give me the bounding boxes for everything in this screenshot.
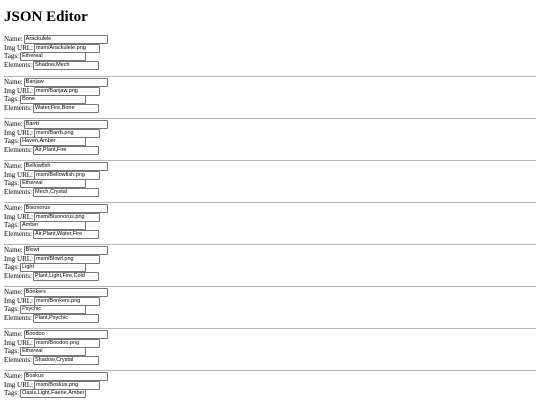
elem-row: Elements: Air,Plant,Fire xyxy=(4,145,536,155)
tags-row: Tags: Haven,Amber xyxy=(4,137,536,146)
img-label: Img URL: xyxy=(4,380,33,389)
elem-row: Elements: Shadow,Crystal xyxy=(4,355,536,365)
tags-row: Tags: Oasis,Light,Faerie,Amber xyxy=(4,389,536,398)
name-label: Name: xyxy=(4,162,23,170)
entry-item: Name: Bellowfish Img URL: msm/Bellowfish.pn… xyxy=(4,160,536,202)
elem-row: Elements: Plant,Psychic xyxy=(4,313,536,323)
tags-label: Tags: xyxy=(4,52,20,60)
elem-label: Elements: xyxy=(4,60,32,69)
elements-input[interactable]: Water,Fire,Bone xyxy=(33,103,99,113)
elem-row: Elements: Air,Plant,Water,Fire xyxy=(4,229,536,239)
entry-item: Name: Boodoo Img URL: msm/Boodoo.png Tags: Et… xyxy=(4,328,536,370)
name-label: Name: xyxy=(4,330,23,338)
name-row: Name: Banjaw xyxy=(4,78,536,87)
tags-label: Tags: xyxy=(4,347,20,355)
tags-label: Tags: xyxy=(4,305,20,313)
name-label: Name: xyxy=(4,372,23,380)
entry-item: Name: Barrb Img URL: msm/Barrb.png Tags: Have… xyxy=(4,118,536,160)
tags-row: Tags: Amber xyxy=(4,221,536,230)
img-row: Img URL: msm/Bellowfish.png xyxy=(4,170,536,180)
elements-input[interactable]: Air,Plant,Fire xyxy=(33,145,99,155)
tags-row: Tags: Light xyxy=(4,263,536,272)
name-label: Name: xyxy=(4,78,23,86)
entry-item: Name: Boskus Img URL: msm/Boskus.png Tags: Oa… xyxy=(4,370,536,412)
tags-row: Tags: Psychic xyxy=(4,305,536,314)
name-row: Name: Barrb xyxy=(4,120,536,129)
img-row: Img URL: msm/Boskus.png xyxy=(4,380,536,390)
img-label: Img URL: xyxy=(4,212,33,221)
img-label: Img URL: xyxy=(4,170,33,179)
name-label: Name: xyxy=(4,35,23,43)
elements-input[interactable]: Air,Plant,Water,Fire xyxy=(33,229,99,239)
elements-input[interactable]: Shadow,Crystal xyxy=(33,355,99,365)
entry-item: Name: Blowt Img URL: msm/Blowt.png Tags: Ligh… xyxy=(4,244,536,286)
tags-label: Tags: xyxy=(4,221,20,229)
img-label: Img URL: xyxy=(4,128,33,137)
tags-label: Tags: xyxy=(4,137,20,145)
elem-label: Elements: xyxy=(4,187,32,196)
elem-label: Elements: xyxy=(4,355,32,364)
tags-row: Tags: Ethereal xyxy=(4,347,536,356)
entry-item: Name: Bisonorus Img URL: msm/Bisonorus.png T… xyxy=(4,202,536,244)
img-row: Img URL: msm/Bonkers.png xyxy=(4,296,536,306)
img-label: Img URL: xyxy=(4,254,33,263)
name-row: Name: Bonkers xyxy=(4,288,536,297)
elem-label: Elements: xyxy=(4,229,32,238)
name-row: Name: Arackulele xyxy=(4,35,536,44)
img-row: Img URL: msm/Arackulele.png xyxy=(4,43,536,53)
name-row: Name: Blowt xyxy=(4,246,536,255)
tags-input[interactable]: Oasis,Light,Faerie,Amber xyxy=(20,389,87,398)
img-label: Img URL: xyxy=(4,296,33,305)
elem-row: Elements: Mech,Crystal xyxy=(4,187,536,197)
elements-input[interactable]: Plant,Light,Fire,Cold xyxy=(33,271,99,281)
img-row: Img URL: msm/Boodoo.png xyxy=(4,338,536,348)
tags-row: Tags: Ethereal xyxy=(4,52,536,61)
name-row: Name: Bisonorus xyxy=(4,204,536,213)
json-editor-page: JSON Editor Name: Arackulele Img URL: msm/A… xyxy=(0,0,540,412)
name-row: Name: Bellowfish xyxy=(4,162,536,171)
name-row: Name: Boskus xyxy=(4,372,536,381)
elem-label: Elements: xyxy=(4,313,32,322)
tags-label: Tags: xyxy=(4,263,20,271)
img-row: Img URL: msm/Bisonorus.png xyxy=(4,212,536,222)
img-row: Img URL: msm/Banjaw.png xyxy=(4,86,536,96)
tags-row: Tags: Ethereal xyxy=(4,179,536,188)
entry-list: Name: Arackulele Img URL: msm/Arackulele.pn… xyxy=(4,34,536,412)
img-row: Img URL: msm/Barrb.png xyxy=(4,128,536,138)
tags-label: Tags: xyxy=(4,95,20,103)
entry-item: Name: Bonkers Img URL: msm/Bonkers.png Tags:… xyxy=(4,286,536,328)
entry-item: Name: Banjaw Img URL: msm/Banjaw.png Tags: Bo… xyxy=(4,76,536,118)
name-label: Name: xyxy=(4,120,23,128)
elem-label: Elements: xyxy=(4,271,32,280)
elements-input[interactable]: Plant,Psychic xyxy=(33,313,99,323)
tags-label: Tags: xyxy=(4,179,20,187)
name-row: Name: Boodoo xyxy=(4,330,536,339)
name-label: Name: xyxy=(4,246,23,254)
tags-label: Tags: xyxy=(4,389,20,397)
tags-row: Tags: Bone xyxy=(4,95,536,104)
elem-label: Elements: xyxy=(4,103,32,112)
elem-label: Elements: xyxy=(4,145,32,154)
elements-input[interactable]: Shadow,Mech xyxy=(33,60,99,70)
img-label: Img URL: xyxy=(4,86,33,95)
elements-input[interactable]: Mech,Crystal xyxy=(33,187,99,197)
name-label: Name: xyxy=(4,204,23,212)
name-label: Name: xyxy=(4,288,23,296)
entry-item: Name: Arackulele Img URL: msm/Arackulele.pn… xyxy=(4,34,536,76)
img-row: Img URL: msm/Blowt.png xyxy=(4,254,536,264)
img-label: Img URL: xyxy=(4,338,33,347)
page-title: JSON Editor xyxy=(4,9,88,25)
elem-row: Elements: Water,Fire,Bone xyxy=(4,103,536,113)
elem-row: Elements: Shadow,Mech xyxy=(4,60,536,70)
img-label: Img URL: xyxy=(4,43,33,52)
elem-row: Elements: Plant,Light,Fire,Cold xyxy=(4,271,536,281)
